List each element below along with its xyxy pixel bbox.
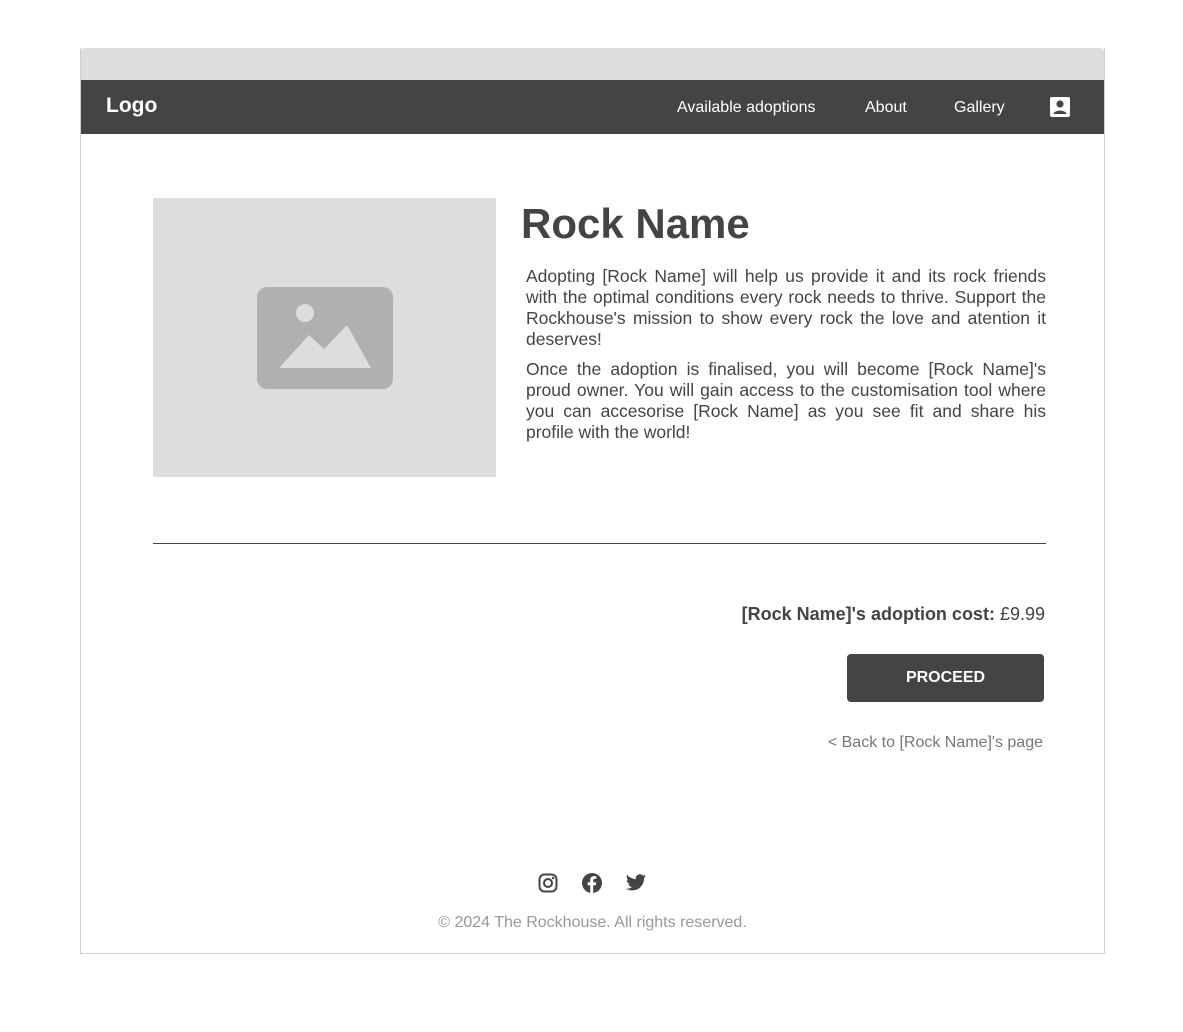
- nav-link-available-adoptions[interactable]: Available adoptions: [677, 99, 815, 117]
- account-box-icon[interactable]: [1049, 96, 1071, 118]
- nav-link-gallery[interactable]: Gallery: [954, 99, 1005, 117]
- adoption-cost-value: £9.99: [999, 604, 1045, 624]
- window-bar: [81, 48, 1104, 80]
- adoption-cost: [Rock Name]'s adoption cost: £9.99: [742, 604, 1045, 625]
- back-to-rock-page-link[interactable]: < Back to [Rock Name]'s page: [828, 734, 1043, 752]
- section-divider: [153, 543, 1046, 544]
- instagram-icon[interactable]: [537, 872, 559, 894]
- twitter-icon[interactable]: [625, 872, 647, 894]
- navbar: Logo Available adoptions About Gallery: [81, 80, 1104, 134]
- logo[interactable]: Logo: [106, 94, 157, 118]
- adoption-description-paragraph: Adopting [Rock Name] will help us provid…: [526, 266, 1046, 349]
- facebook-icon[interactable]: [581, 872, 603, 894]
- rock-title: Rock Name: [521, 200, 750, 247]
- adoption-cost-label: [Rock Name]'s adoption cost:: [741, 604, 995, 624]
- image-placeholder-icon: [257, 287, 393, 394]
- rock-image-placeholder: [153, 198, 496, 477]
- proceed-button[interactable]: PROCEED: [847, 654, 1044, 702]
- nav-link-about[interactable]: About: [865, 99, 907, 117]
- copyright-text: © 2024 The Rockhouse. All rights reserve…: [438, 914, 747, 931]
- page-frame: Logo Available adoptions About Gallery R…: [80, 48, 1105, 954]
- ownership-description-paragraph: Once the adoption is finalised, you will…: [526, 359, 1046, 442]
